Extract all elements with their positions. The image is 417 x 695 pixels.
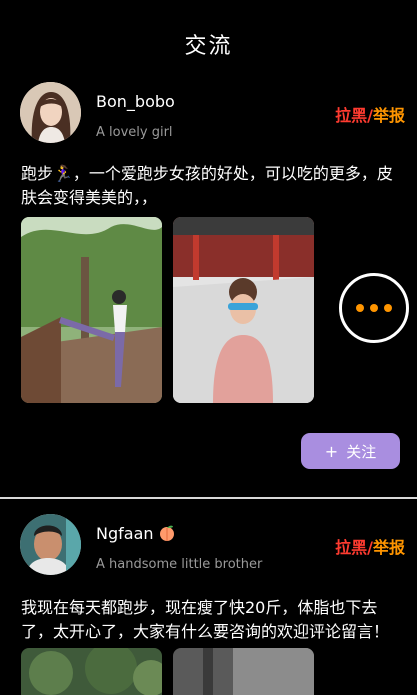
avatar-image — [20, 82, 81, 143]
avatar[interactable] — [20, 82, 81, 143]
block-button[interactable]: 拉黑 — [335, 538, 367, 557]
plus-icon: + — [324, 441, 339, 461]
photo-image — [173, 217, 314, 403]
more-dots-icon — [356, 304, 364, 312]
follow-label: 关注 — [346, 442, 377, 461]
block-button[interactable]: 拉黑 — [335, 106, 367, 125]
post-text: 跑步🏃‍♀️，一个爱跑步女孩的好处，可以吃的更多，皮肤会变得美美的，， — [21, 164, 393, 207]
follow-button[interactable]: + 关注 — [301, 433, 400, 469]
post-text: 我现在每天都跑步，现在瘦了快20斤，体脂也下去了，太开心了，大家有什么要咨询的欢… — [21, 598, 390, 641]
photo-image — [21, 217, 162, 403]
report-button[interactable]: 举报 — [373, 538, 405, 557]
user-tagline: A lovely girl — [96, 125, 173, 140]
more-dots-icon — [384, 304, 392, 312]
post-photo[interactable] — [21, 648, 162, 695]
post-actions: 拉黑/举报 — [335, 102, 405, 126]
photo-image — [173, 648, 314, 695]
username[interactable]: Bon_bobo — [96, 92, 175, 111]
username[interactable]: Ngfaan — [96, 524, 176, 543]
username-text: Ngfaan — [96, 524, 154, 543]
post-photo[interactable] — [173, 648, 314, 695]
post-actions: 拉黑/举报 — [335, 534, 405, 558]
avatar-image — [20, 514, 81, 575]
photo-image — [21, 648, 162, 695]
post-photo[interactable] — [173, 217, 314, 403]
user-tagline: A handsome little brother — [96, 557, 263, 572]
post-divider — [0, 497, 417, 499]
more-dots-icon — [370, 304, 378, 312]
more-options-button[interactable] — [339, 273, 409, 343]
peach-icon — [159, 525, 174, 541]
post-photo[interactable] — [21, 217, 162, 403]
page-title: 交流 — [184, 34, 233, 59]
app-screen: 交流 Bon_bobo A lovely girl 拉黑/举报 跑步🏃‍♀️，一… — [0, 0, 417, 695]
avatar[interactable] — [20, 514, 81, 575]
report-button[interactable]: 举报 — [373, 106, 405, 125]
